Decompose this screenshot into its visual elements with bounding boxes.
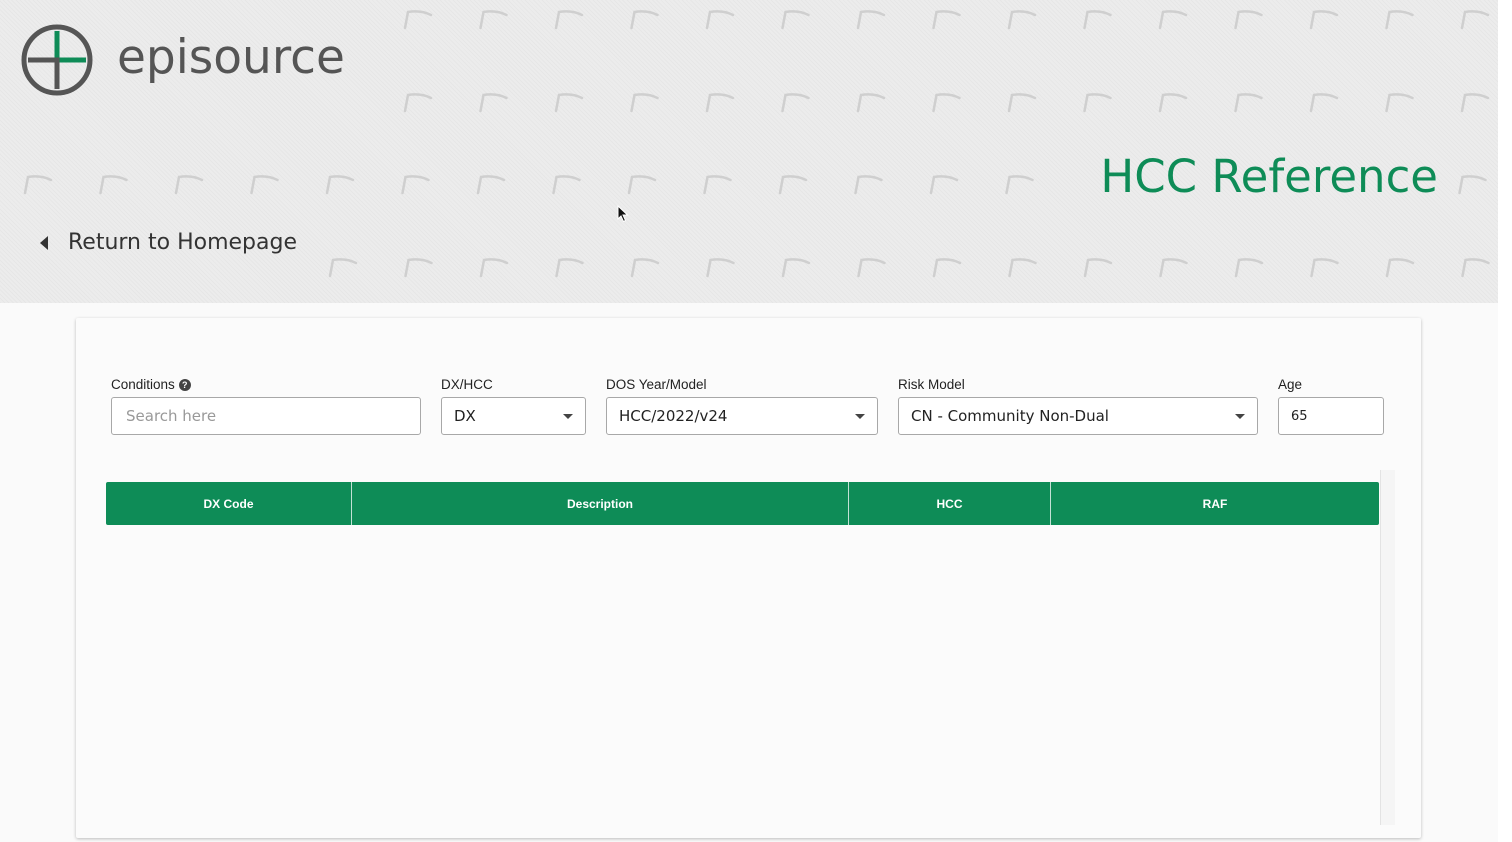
pattern-mark: [1460, 10, 1490, 30]
age-label: Age: [1278, 377, 1303, 392]
pattern-mark: [932, 258, 962, 278]
pattern-mark: [703, 175, 732, 195]
pattern-mark: [1083, 10, 1112, 30]
page-title: HCC Reference: [1100, 150, 1438, 203]
conditions-label: Conditions ?: [111, 377, 191, 392]
pattern-mark: [1385, 93, 1414, 113]
pattern-mark: [1309, 10, 1339, 30]
pattern-mark: [328, 258, 358, 278]
pattern-mark: [554, 10, 584, 30]
pattern-mark: [1458, 175, 1487, 195]
pattern-mark: [403, 10, 433, 30]
dos-year-model-value: HCC/2022/v24: [619, 407, 728, 425]
caret-left-icon: [40, 235, 48, 250]
dx-hcc-select[interactable]: DX: [441, 397, 586, 435]
column-header-raf[interactable]: RAF: [1051, 482, 1379, 525]
results-table-header: DX Code Description HCC RAF: [106, 482, 1379, 525]
pattern-mark: [1008, 258, 1037, 278]
chevron-down-icon: [1235, 413, 1245, 419]
pattern-mark: [1007, 10, 1037, 30]
risk-model-value: CN - Community Non-Dual: [911, 407, 1109, 425]
question-circle-icon[interactable]: ?: [178, 378, 191, 391]
pattern-mark: [932, 10, 961, 30]
pattern-mark: [99, 175, 128, 195]
page-edge: [1498, 0, 1512, 842]
pattern-mark: [1385, 258, 1415, 278]
pattern-mark: [552, 175, 581, 195]
pattern-mark: [1083, 258, 1113, 278]
conditions-search-field[interactable]: [111, 397, 421, 435]
risk-model-label: Risk Model: [898, 377, 965, 392]
conditions-label-text: Conditions: [111, 377, 175, 392]
pattern-mark: [479, 10, 508, 30]
pattern-mark: [781, 10, 810, 30]
pattern-mark: [404, 258, 433, 278]
pattern-mark: [854, 175, 883, 195]
pattern-mark: [781, 258, 811, 278]
pattern-mark: [778, 175, 808, 195]
episource-logo-icon[interactable]: [20, 23, 94, 97]
risk-model-select[interactable]: CN - Community Non-Dual: [898, 397, 1258, 435]
pattern-mark: [1234, 10, 1263, 30]
pattern-mark: [479, 258, 509, 278]
brand-name: episource: [117, 30, 345, 85]
pattern-mark: [706, 258, 735, 278]
pattern-mark: [929, 175, 959, 195]
dos-year-model-label: DOS Year/Model: [606, 377, 707, 392]
pattern-mark: [403, 93, 433, 113]
pattern-mark: [1309, 93, 1339, 113]
pattern-mark: [325, 175, 355, 195]
search-card: Conditions ? DX/HCC DX DOS Year/Model HC…: [76, 318, 1421, 838]
pattern-mark: [1007, 93, 1037, 113]
pattern-mark: [705, 93, 735, 113]
age-field[interactable]: 65: [1278, 397, 1384, 435]
return-homepage-link[interactable]: Return to Homepage: [40, 230, 297, 255]
dx-hcc-label: DX/HCC: [441, 377, 493, 392]
pattern-mark: [1460, 93, 1490, 113]
pattern-mark: [1461, 258, 1490, 278]
pattern-mark: [630, 10, 659, 30]
chevron-down-icon: [563, 413, 573, 419]
pattern-mark: [856, 93, 886, 113]
pattern-mark: [857, 258, 886, 278]
pattern-mark: [1158, 10, 1188, 30]
pattern-mark: [1158, 93, 1188, 113]
column-header-hcc[interactable]: HCC: [849, 482, 1051, 525]
pattern-mark: [479, 93, 508, 113]
pattern-mark: [781, 93, 810, 113]
pattern-mark: [1385, 10, 1414, 30]
pattern-mark: [705, 10, 735, 30]
column-header-dx-code[interactable]: DX Code: [106, 482, 352, 525]
table-scrollbar[interactable]: [1380, 470, 1395, 825]
pattern-mark: [1159, 258, 1188, 278]
pattern-mark: [174, 175, 204, 195]
column-header-description[interactable]: Description: [352, 482, 849, 525]
pattern-mark: [932, 93, 961, 113]
mouse-cursor-icon: [617, 205, 629, 223]
dos-year-model-select[interactable]: HCC/2022/v24: [606, 397, 878, 435]
pattern-mark: [1005, 175, 1034, 195]
pattern-mark: [401, 175, 430, 195]
dx-hcc-value: DX: [454, 407, 476, 425]
pattern-mark: [476, 175, 506, 195]
pattern-mark: [630, 93, 659, 113]
pattern-mark: [630, 258, 660, 278]
pattern-mark: [555, 258, 584, 278]
pattern-mark: [23, 175, 53, 195]
conditions-search-input[interactable]: [124, 406, 408, 426]
pattern-mark: [250, 175, 279, 195]
chevron-down-icon: [855, 413, 865, 419]
pattern-mark: [1234, 258, 1264, 278]
age-value[interactable]: 65: [1291, 409, 1371, 424]
pattern-mark: [1310, 258, 1339, 278]
pattern-mark: [856, 10, 886, 30]
pattern-mark: [627, 175, 657, 195]
pattern-mark: [554, 93, 584, 113]
pattern-mark: [1083, 93, 1112, 113]
pattern-mark: [1234, 93, 1263, 113]
return-homepage-label: Return to Homepage: [68, 230, 297, 255]
